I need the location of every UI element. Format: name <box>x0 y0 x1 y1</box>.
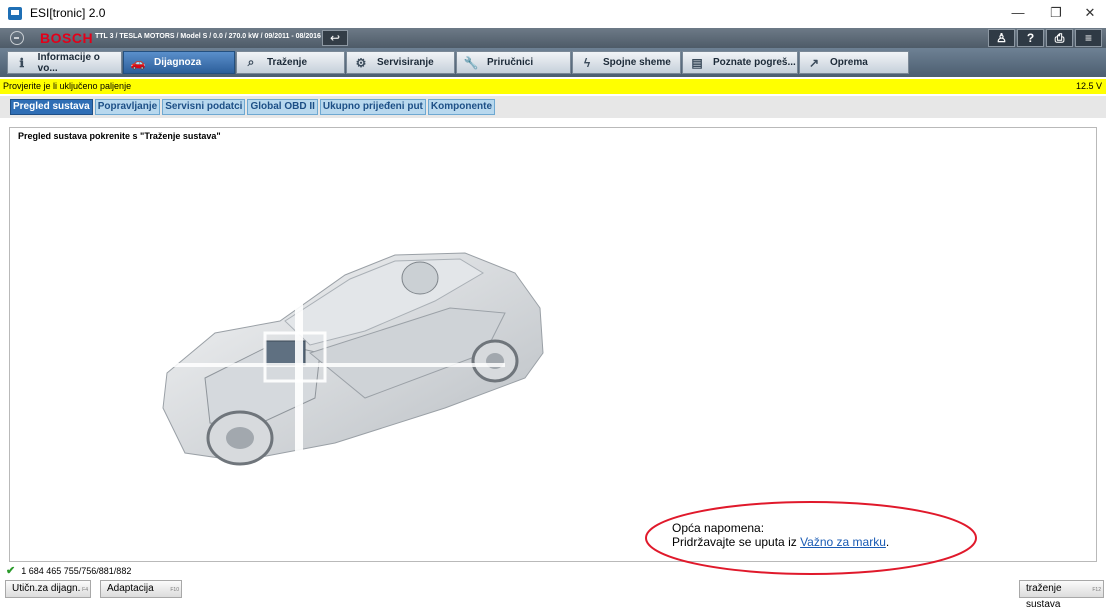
back-button[interactable]: ↩ <box>322 30 348 46</box>
device-numbers: 1 684 465 755/756/881/882 <box>21 565 132 576</box>
print-button[interactable]: ⎙ <box>1046 29 1073 47</box>
tab-label: Priručnici <box>487 57 534 68</box>
note-period: . <box>885 535 890 549</box>
subtab-repair[interactable]: Popravljanje <box>94 99 161 115</box>
menu-icon: ≡ <box>1084 31 1092 45</box>
tab-service[interactable]: ⚙ Servisiranje <box>346 51 455 74</box>
sub-tabbar: Pregled sustava Popravljanje Servisni po… <box>0 96 1106 118</box>
battery-voltage: 12.5 V <box>1075 81 1102 91</box>
function-key: F12 <box>1092 587 1101 593</box>
tab-known-errors[interactable]: ▤ Poznate pogreš... <box>682 51 798 74</box>
adaptation-button[interactable]: Adaptacija F10 <box>100 580 182 598</box>
vehicle-info: TTL 3 / TESLA MOTORS / Model S / 0.0 / 2… <box>95 33 321 40</box>
help-icon: ? <box>1026 31 1035 45</box>
minimize-button[interactable]: — <box>1003 2 1033 24</box>
brand-name: BOSCH <box>40 30 94 46</box>
note-body: Pridržavajte se uputa iz Važno za marku. <box>672 535 889 549</box>
brand-header: BOSCH TTL 3 / TESLA MOTORS / Model S / 0… <box>0 28 1106 48</box>
close-button[interactable]: ✕ <box>1075 2 1105 24</box>
general-note: Opća napomena: Pridržavajte se uputa iz … <box>672 521 889 549</box>
tab-label: Dijagnoza <box>154 57 202 68</box>
tab-search[interactable]: ⌕ Traženje <box>236 51 345 74</box>
wrench-icon: 🔧 <box>463 55 479 70</box>
diagnostic-socket-button[interactable]: Utičn.za dijagn. F4 <box>5 580 91 598</box>
tab-manuals[interactable]: 🔧 Priručnici <box>456 51 571 74</box>
lightning-icon: ϟ <box>583 55 591 70</box>
menu-button[interactable]: ≡ <box>1075 29 1102 47</box>
button-label: traženje sustava <box>1026 583 1062 610</box>
brand-info-link[interactable]: Važno za marku <box>800 535 886 549</box>
notice-text: Provjerite je li uključeno paljenje <box>3 81 132 91</box>
window-title: ESI[tronic] 2.0 <box>30 6 106 20</box>
book-icon: ▤ <box>691 55 703 70</box>
subtab-mileage[interactable]: Ukupno prijeđeni put <box>319 99 426 115</box>
tab-label: Traženje <box>267 57 308 68</box>
back-arrow-icon: ↩ <box>329 31 341 45</box>
subtab-system-overview[interactable]: Pregled sustava <box>10 99 93 115</box>
content-panel: Pregled sustava pokrenite s "Traženje su… <box>9 127 1097 562</box>
car-icon: 🚗 <box>130 55 146 70</box>
user-icon: ♙ <box>996 31 1007 45</box>
title-bar: ESI[tronic] 2.0 — ❐ ✕ <box>0 0 1106 28</box>
print-icon: ⎙ <box>1054 31 1065 45</box>
function-key: F10 <box>170 587 179 593</box>
external-icon: ↗ <box>808 55 820 70</box>
search-icon: ⌕ <box>247 55 255 69</box>
tab-label: Servisiranje <box>377 57 434 68</box>
ignition-notice: Provjerite je li uključeno paljenje 12.5… <box>0 79 1106 94</box>
app-icon <box>8 7 22 20</box>
tab-label: Poznate pogreš... <box>713 57 796 68</box>
check-icon: ✔ <box>6 565 16 577</box>
tab-label: Oprema <box>830 57 868 68</box>
car-illustration <box>162 252 544 468</box>
status-line: ✔ 1 684 465 755/756/881/882 <box>6 564 131 577</box>
note-text: Pridržavajte se uputa iz <box>672 535 801 549</box>
help-button[interactable]: ? <box>1017 29 1044 47</box>
system-search-button[interactable]: traženje sustava F12 <box>1019 580 1104 610</box>
button-label: Utičn.za dijagn. <box>12 583 81 594</box>
tab-vehicle-info[interactable]: ℹ Informacije o vo... <box>7 51 122 74</box>
tab-label: Informacije o vo... <box>37 51 100 74</box>
tab-wiring[interactable]: ϟ Spojne sheme <box>572 51 681 74</box>
subtab-service-data[interactable]: Servisni podatci <box>162 99 246 115</box>
bosch-logo-icon <box>10 31 24 45</box>
function-key: F4 <box>82 587 88 593</box>
info-icon: ℹ <box>19 55 25 70</box>
button-label: Adaptacija <box>107 583 154 594</box>
tab-diagnosis[interactable]: 🚗 Dijagnoza <box>123 51 235 74</box>
subtab-components[interactable]: Komponente <box>427 99 495 115</box>
main-tabbar: ℹ Informacije o vo... 🚗 Dijagnoza ⌕ Traženj… <box>0 48 1106 77</box>
tab-equipment[interactable]: ↗ Oprema <box>799 51 909 74</box>
restore-button[interactable]: ❐ <box>1041 2 1071 24</box>
tab-label: Spojne sheme <box>603 57 671 68</box>
content-title: Pregled sustava pokrenite s "Traženje su… <box>18 131 221 141</box>
gears-icon: ⚙ <box>355 55 367 70</box>
note-heading: Opća napomena: <box>672 521 765 535</box>
user-button[interactable]: ♙ <box>988 29 1015 47</box>
subtab-global-obd[interactable]: Global OBD II <box>247 99 318 115</box>
